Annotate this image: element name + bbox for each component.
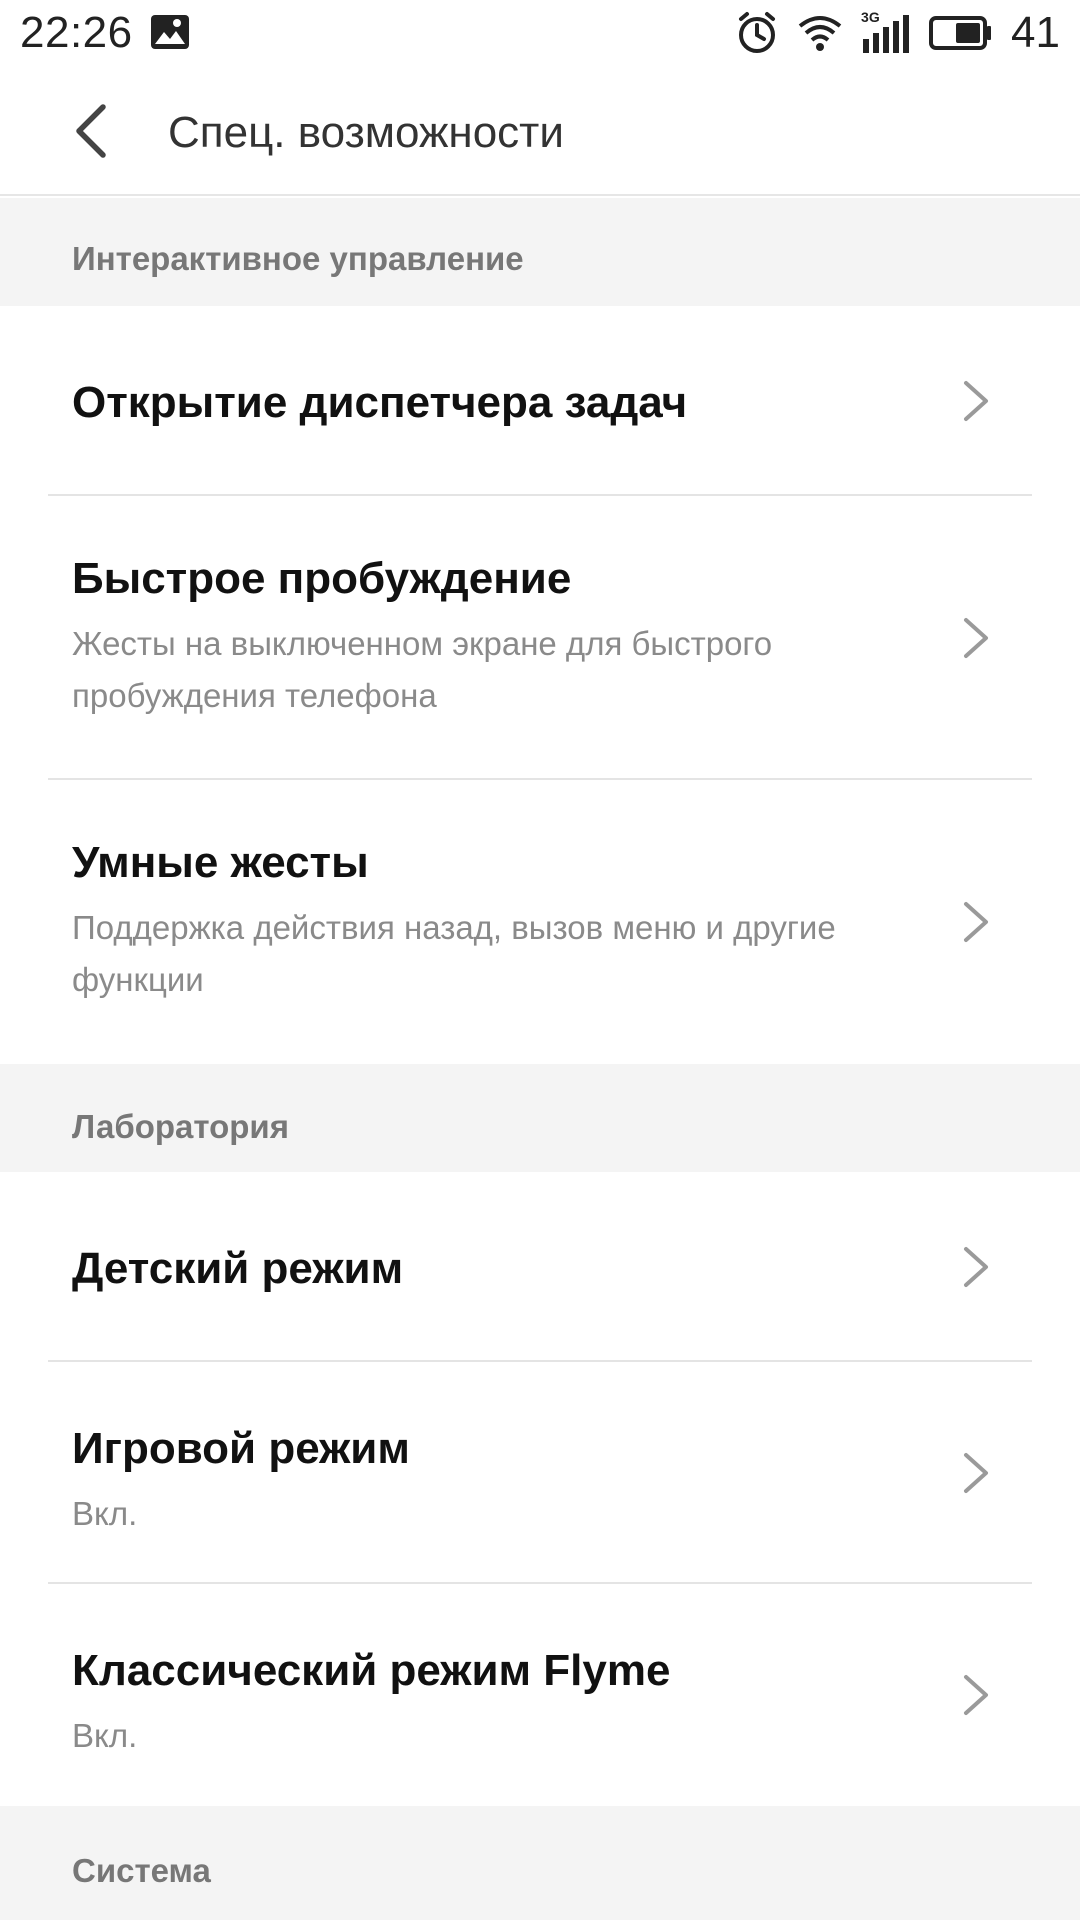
chevron-right-icon [964, 618, 988, 658]
chevron-right-icon [964, 1453, 988, 1493]
status-bar: 22:26 3G 41 [0, 0, 1080, 66]
app-bar: Спец. возможности [0, 66, 1080, 196]
section-title: Интерактивное управление [72, 240, 524, 277]
section-title: Лаборатория [72, 1108, 289, 1145]
settings-item-title: Игровой режим [72, 1424, 410, 1473]
settings-item-title: Классический режим Flyme [72, 1646, 671, 1695]
settings-item-title: Детский режим [72, 1244, 404, 1293]
wifi-icon [798, 16, 842, 51]
settings-item-kids-mode[interactable]: Детский режим [0, 1172, 1080, 1362]
settings-item-subtitle: Поддержка действия назад, вызов меню и д… [72, 909, 836, 998]
status-time: 22:26 [20, 8, 133, 57]
chevron-right-icon [964, 1675, 988, 1715]
battery-level: 41 [1011, 8, 1060, 57]
section-header-interactive: Интерактивное управление [0, 198, 1080, 306]
settings-item-game-mode[interactable]: Игровой режим Вкл. [0, 1362, 1080, 1584]
alarm-icon [739, 12, 776, 53]
settings-item-classic-flyme[interactable]: Классический режим Flyme Вкл. [0, 1584, 1080, 1806]
settings-item-title: Быстрое пробуждение [72, 554, 572, 603]
settings-item-subtitle: Жесты на выключенном экране для быстрого… [72, 625, 773, 714]
chevron-right-icon [964, 381, 988, 421]
status-icons: 3G 41 [717, 8, 1060, 58]
settings-item-smart-gestures[interactable]: Умные жесты Поддержка действия назад, вы… [0, 780, 1080, 1064]
settings-item-subtitle: Вкл. [72, 1495, 138, 1532]
battery-icon [929, 16, 992, 50]
chevron-right-icon [964, 902, 988, 942]
back-button[interactable] [56, 96, 126, 166]
gallery-icon [151, 15, 189, 49]
settings-item-task-manager[interactable]: Открытие диспетчера задач [0, 306, 1080, 496]
settings-item-title: Умные жесты [72, 838, 369, 887]
section-header-system: Система [0, 1806, 1080, 1920]
chevron-right-icon [964, 1247, 988, 1287]
settings-item-subtitle: Вкл. [72, 1717, 138, 1754]
settings-item-quick-wake[interactable]: Быстрое пробуждение Жесты на выключенном… [0, 496, 1080, 780]
back-arrow-icon [76, 104, 106, 158]
signal-indicator: 3G [861, 9, 911, 55]
settings-item-title: Открытие диспетчера задач [72, 378, 688, 427]
section-header-lab: Лаборатория [0, 1064, 1080, 1172]
page-title: Спец. возможности [168, 108, 564, 157]
section-title: Система [72, 1852, 211, 1889]
signal-icon [863, 15, 910, 53]
